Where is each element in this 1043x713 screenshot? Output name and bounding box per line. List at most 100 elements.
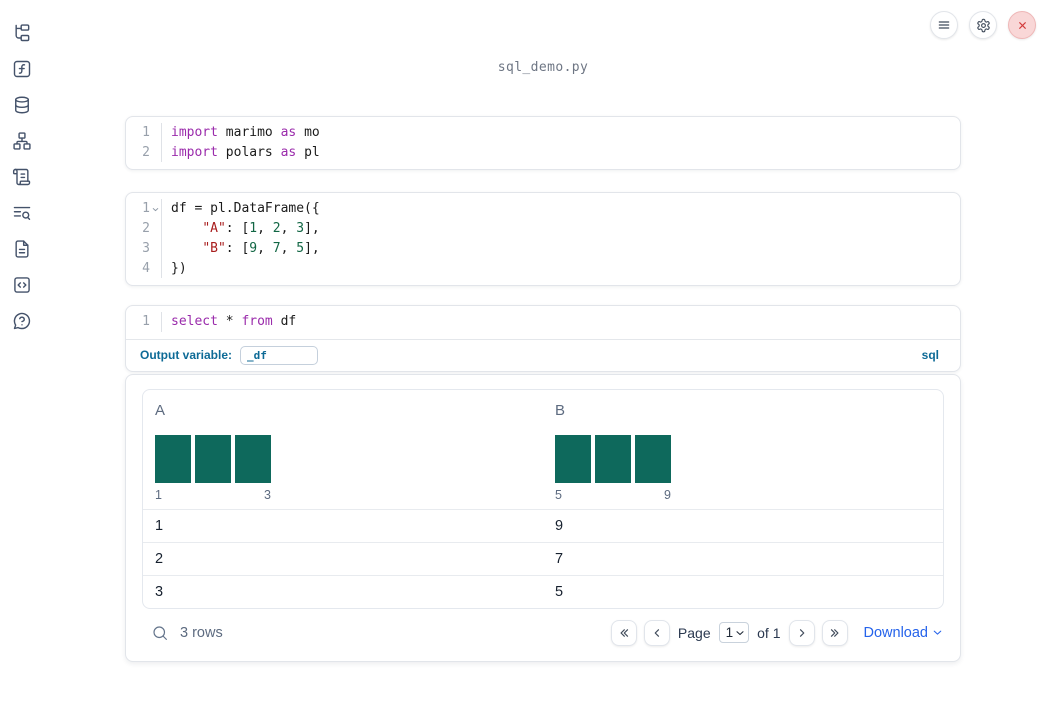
function-square-icon [13, 60, 31, 78]
histogram-bar [595, 434, 631, 483]
page-label: Page [677, 624, 711, 641]
text-search-icon [13, 206, 31, 220]
search-icon [153, 626, 167, 640]
pagination: Page 1 of 1 Download [610, 619, 945, 646]
sidebar-variables-panel[interactable] [12, 59, 32, 79]
shutdown-button[interactable] [1008, 11, 1036, 39]
column-histogram [155, 434, 271, 483]
code-cell: 1 df = pl.DataFrame({2 "A": [1, 2, 3], 3 "… [125, 192, 961, 287]
column-name: A [155, 401, 166, 419]
file-text-icon [15, 240, 29, 258]
chevron-left-icon [654, 629, 659, 637]
histogram-axis-labels: 59 [555, 488, 671, 502]
chevron-right-icon [799, 629, 804, 637]
output-variable-input[interactable] [240, 345, 319, 365]
code-content: "A": [1, 2, 3], [161, 219, 960, 239]
first-page-button[interactable] [610, 619, 637, 646]
code-snippet-icon [14, 277, 30, 293]
sidebar-help-panel[interactable] [12, 311, 32, 331]
cells-container: 1 import marimo as mo 2 import polars as pl… [125, 116, 961, 372]
next-page-button[interactable] [788, 619, 815, 646]
helper-sidebar [0, 0, 44, 331]
table-cell: 7 [555, 550, 564, 567]
histogram-bar [235, 434, 271, 483]
histogram-bar [635, 434, 671, 483]
code-editor[interactable]: 1 select * from df [126, 306, 960, 340]
download-label: Download [863, 624, 929, 641]
code-content: select * from df [161, 312, 960, 332]
code-content: import marimo as mo [161, 123, 960, 143]
histogram-max-label: 3 [264, 487, 271, 502]
code-content: import polars as pl [161, 142, 960, 163]
table-cell: 5 [555, 583, 564, 600]
code-editor[interactable]: 1 df = pl.DataFrame({2 "A": [1, 2, 3], 3 "… [126, 193, 960, 285]
column-header[interactable]: A13 [143, 390, 543, 509]
table-cell: 9 [555, 517, 564, 534]
table-search-button[interactable] [151, 624, 169, 642]
notebook-main: sql_demo.py 1 import marimo as mo 2 import … [125, 0, 961, 662]
sidebar-logs-panel[interactable] [12, 167, 32, 187]
notebook-filename: sql_demo.py [497, 60, 589, 75]
page-of-label: of 1 [757, 624, 781, 641]
sidebar-files-panel[interactable] [12, 23, 32, 43]
code-editor[interactable]: 1 import marimo as mo 2 import polars as pl [126, 117, 960, 169]
histogram-bar [195, 434, 231, 483]
chevrons-right-icon [830, 629, 838, 637]
code-content: "B": [9, 7, 5], [161, 238, 960, 259]
line-number: 1 [142, 201, 150, 217]
output-variable-label: Output variable: [140, 348, 233, 363]
column-name: B [555, 401, 566, 419]
download-button[interactable]: Download [864, 625, 945, 641]
line-number: 2 [142, 221, 150, 237]
previous-page-button[interactable] [643, 619, 670, 646]
histogram-min-label: 1 [155, 487, 162, 502]
line-number: 4 [142, 260, 150, 276]
line-number: 3 [142, 240, 150, 256]
table-cell: 3 [155, 583, 164, 600]
chevron-down-icon [736, 631, 744, 635]
code-content: df = pl.DataFrame({ [161, 199, 960, 220]
table-header: A13B59 [143, 390, 943, 509]
page-select-value: 1 [725, 625, 734, 641]
sidebar-datasources-panel[interactable] [12, 95, 32, 115]
sidebar-outline-search-panel[interactable] [12, 203, 32, 223]
table-footer-left: 3 rows [151, 624, 223, 642]
table-row[interactable]: 35 [143, 574, 943, 608]
sidebar-snippets-panel[interactable] [12, 275, 32, 295]
page-select[interactable]: 1 [718, 622, 750, 644]
sidebar-documentation-panel[interactable] [12, 239, 32, 259]
code-line: 2 "A": [1, 2, 3], [126, 219, 960, 239]
column-histogram [555, 434, 671, 483]
table-row[interactable]: 19 [143, 508, 943, 542]
settings-button[interactable] [969, 11, 997, 39]
table-row[interactable]: 27 [143, 541, 943, 575]
settings-icon [976, 18, 990, 32]
sql-cell-footer: Output variable: sql [126, 340, 960, 371]
histogram-axis-labels: 13 [155, 488, 271, 502]
column-header[interactable]: B59 [543, 390, 943, 509]
cell-output: A13B59 192735 3 rows Page 1 of 1 Download [125, 373, 961, 662]
histogram-min-label: 5 [555, 487, 562, 502]
histogram-bar [155, 434, 191, 483]
code-line: 1 select * from df [126, 312, 960, 332]
line-number: 2 [142, 144, 150, 160]
code-line: 1 import marimo as mo [126, 123, 960, 143]
code-line: 2 import polars as pl [126, 142, 960, 163]
sidebar-dependencies-panel[interactable] [12, 131, 32, 151]
last-page-button[interactable] [821, 619, 848, 646]
code-line: 4}) [126, 258, 960, 279]
code-content: }) [161, 258, 960, 279]
chevron-down-icon [933, 631, 942, 636]
chevron-down-icon [152, 207, 159, 211]
histogram-max-label: 9 [664, 487, 671, 502]
table-cell: 2 [155, 550, 164, 567]
close-icon [1018, 21, 1026, 29]
fold-toggle[interactable] [150, 199, 161, 219]
sql-cell: 1 select * from df Output variable: sql [125, 305, 961, 372]
